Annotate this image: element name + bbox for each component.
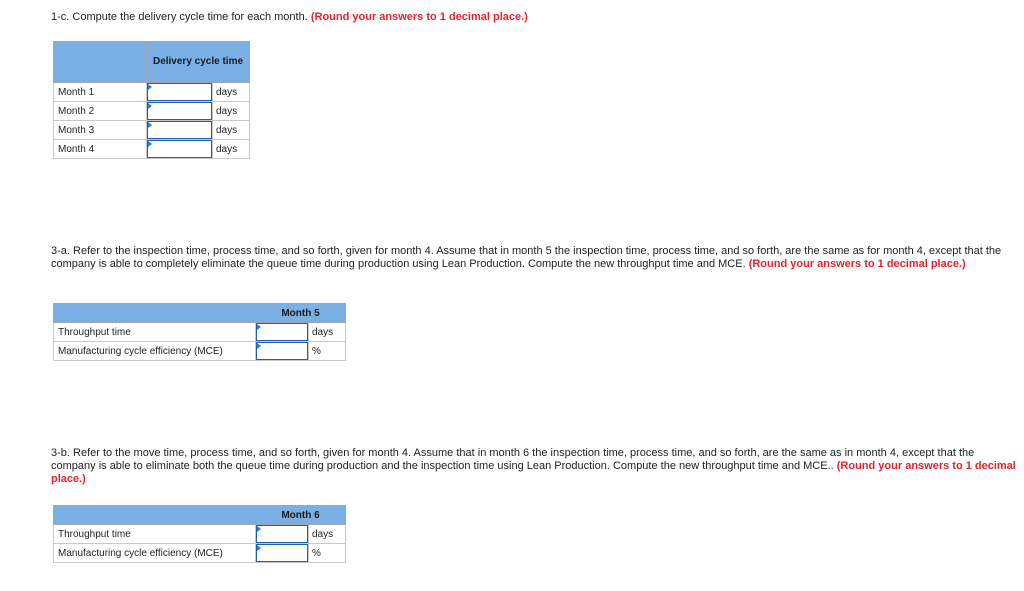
row-label: Throughput time — [53, 524, 256, 544]
table-row: Manufacturing cycle efficiency (MCE) % — [53, 341, 346, 361]
table-row: Month 1 days — [53, 82, 250, 102]
unit-label: days — [212, 120, 250, 140]
month-3-delivery-input[interactable] — [148, 122, 211, 138]
unit-label: days — [212, 101, 250, 121]
answer-flag-icon — [257, 343, 261, 349]
row-label: Month 2 — [53, 101, 147, 121]
unit-label: % — [308, 543, 346, 563]
unit-label: days — [308, 524, 346, 544]
unit-label: days — [212, 82, 250, 102]
month-6-table: Month 6 Throughput time days Manufacturi… — [53, 505, 346, 563]
table-row: Throughput time days — [53, 524, 346, 544]
table-header-row: Month 6 — [53, 505, 346, 525]
answer-cell — [146, 139, 213, 159]
row-label: Month 3 — [53, 120, 147, 140]
table-row: Month 4 days — [53, 139, 250, 159]
answer-flag-icon — [257, 545, 261, 551]
month-1-delivery-input[interactable] — [148, 84, 211, 100]
answer-flag-icon — [148, 141, 152, 147]
unit-label: days — [212, 139, 250, 159]
month-5-mce-input[interactable] — [257, 343, 307, 359]
month-5-table: Month 5 Throughput time days Manufacturi… — [53, 303, 346, 361]
table-header-row: Month 5 — [53, 303, 346, 323]
answer-flag-icon — [148, 103, 152, 109]
month-6-mce-input[interactable] — [257, 545, 307, 561]
row-label: Month 4 — [53, 139, 147, 159]
header-month-5: Month 5 — [255, 303, 346, 323]
question-3b-prompt: 3-b. Refer to the move time, process tim… — [51, 447, 975, 472]
header-blank-cell — [53, 41, 147, 83]
month-4-delivery-input[interactable] — [148, 141, 211, 157]
unit-label: days — [308, 322, 346, 342]
row-label: Month 1 — [53, 82, 147, 102]
answer-cell — [146, 82, 213, 102]
answer-flag-icon — [148, 84, 152, 90]
delivery-cycle-table: Delivery cycle time Month 1 days Month 2… — [53, 41, 250, 159]
answer-flag-icon — [148, 122, 152, 128]
table-row: Month 3 days — [53, 120, 250, 140]
answer-cell — [255, 322, 309, 342]
unit-label: % — [308, 341, 346, 361]
header-delivery-cycle-time: Delivery cycle time — [146, 41, 250, 83]
question-1c: 1-c. Compute the delivery cycle time for… — [51, 11, 528, 24]
header-blank-cell — [53, 303, 256, 323]
row-label: Manufacturing cycle efficiency (MCE) — [53, 543, 256, 563]
header-blank-cell — [53, 505, 256, 525]
table-row: Throughput time days — [53, 322, 346, 342]
question-3a-instruction: (Round your answers to 1 decimal place.) — [748, 258, 966, 270]
month-5-throughput-input[interactable] — [257, 324, 307, 340]
answer-flag-icon — [257, 526, 261, 532]
month-6-throughput-input[interactable] — [257, 526, 307, 542]
question-3a: 3-a. Refer to the inspection time, proce… — [51, 245, 1021, 271]
table-header-row: Delivery cycle time — [53, 41, 250, 83]
answer-cell — [146, 120, 213, 140]
answer-cell — [255, 524, 309, 544]
answer-cell — [255, 543, 309, 563]
answer-flag-icon — [257, 324, 261, 330]
question-1c-instruction: (Round your answers to 1 decimal place.) — [310, 11, 528, 23]
row-label: Manufacturing cycle efficiency (MCE) — [53, 341, 256, 361]
table-row: Month 2 days — [53, 101, 250, 121]
table-row: Manufacturing cycle efficiency (MCE) % — [53, 543, 346, 563]
answer-cell — [146, 101, 213, 121]
question-3b: 3-b. Refer to the move time, process tim… — [51, 447, 1021, 486]
month-2-delivery-input[interactable] — [148, 103, 211, 119]
question-1c-prompt: 1-c. Compute the delivery cycle time for… — [51, 11, 311, 23]
row-label: Throughput time — [53, 322, 256, 342]
answer-cell — [255, 341, 309, 361]
header-month-6: Month 6 — [255, 505, 346, 525]
